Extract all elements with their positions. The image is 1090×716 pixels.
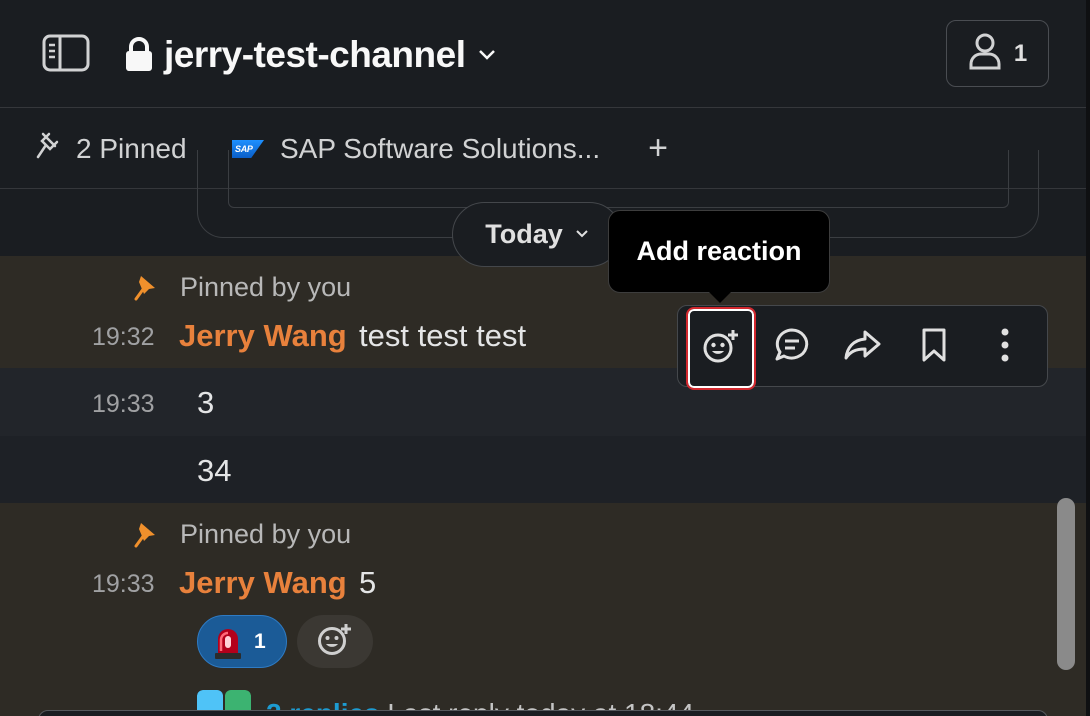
reply-in-thread-button[interactable] [758, 313, 826, 381]
message-text: 3 [197, 385, 215, 420]
chevron-down-icon [478, 48, 498, 62]
reaction-chip[interactable]: 1 [197, 615, 287, 668]
tooltip: Add reaction [608, 210, 830, 293]
date-divider-button[interactable]: Today [452, 202, 622, 267]
date-divider-label: Today [485, 219, 563, 249]
tooltip-text: Add reaction [636, 236, 802, 266]
add-emoji-icon [702, 328, 740, 369]
pinned-items-button[interactable]: 2 Pinned [34, 131, 187, 167]
message-row-pinned[interactable]: Pinned by you 19:33 Jerry Wang 5 [0, 503, 1086, 716]
add-emoji-icon [317, 622, 353, 661]
message-author[interactable]: Jerry Wang [179, 318, 347, 354]
pin-icon [132, 521, 160, 549]
sidebar-icon [42, 34, 90, 77]
message-composer[interactable] [38, 710, 1048, 716]
scrollbar-thumb[interactable] [1057, 498, 1075, 670]
message-timestamp[interactable]: 19:32 [92, 323, 155, 352]
share-arrow-icon [843, 328, 883, 367]
message-text: 34 [197, 453, 232, 488]
members-button[interactable]: 1 [946, 20, 1049, 87]
pin-icon [34, 131, 60, 168]
add-reaction-chip[interactable] [297, 615, 373, 668]
channel-name: jerry-test-channel [164, 34, 466, 75]
kebab-menu-icon [1000, 327, 1010, 368]
window-edge [1086, 0, 1090, 716]
sidebar-toggle-button[interactable] [40, 34, 92, 76]
more-actions-button[interactable] [971, 313, 1039, 381]
member-count: 1 [1013, 39, 1028, 67]
tooltip-arrow [709, 292, 731, 303]
pinned-note: Pinned by you [180, 272, 352, 302]
add-reaction-button[interactable] [686, 307, 756, 390]
chevron-down-icon [575, 226, 589, 244]
lock-icon [124, 36, 154, 74]
message-row[interactable]: 34 [0, 436, 1086, 503]
thread-icon [773, 327, 811, 368]
rotating-light-icon [212, 625, 242, 659]
pinned-note: Pinned by you [180, 519, 352, 549]
message-author[interactable]: Jerry Wang [179, 565, 347, 601]
attachment-preview [228, 150, 1009, 208]
message-timestamp[interactable]: 19:33 [92, 570, 155, 599]
reaction-count: 1 [254, 629, 266, 653]
message-text: test test test [359, 318, 527, 353]
message-timestamp[interactable]: 19:33 [92, 390, 155, 419]
save-for-later-button[interactable] [900, 313, 968, 381]
pin-icon [132, 274, 160, 302]
message-actions-toolbar [677, 305, 1048, 390]
forward-button[interactable] [829, 313, 897, 381]
pinned-count-label: 2 Pinned [76, 133, 187, 164]
person-icon [968, 32, 1002, 75]
message-text: 5 [359, 565, 377, 600]
channel-title-button[interactable]: jerry-test-channel [124, 30, 498, 80]
bookmark-icon [920, 327, 948, 368]
channel-header: jerry-test-channel 1 [0, 0, 1090, 108]
